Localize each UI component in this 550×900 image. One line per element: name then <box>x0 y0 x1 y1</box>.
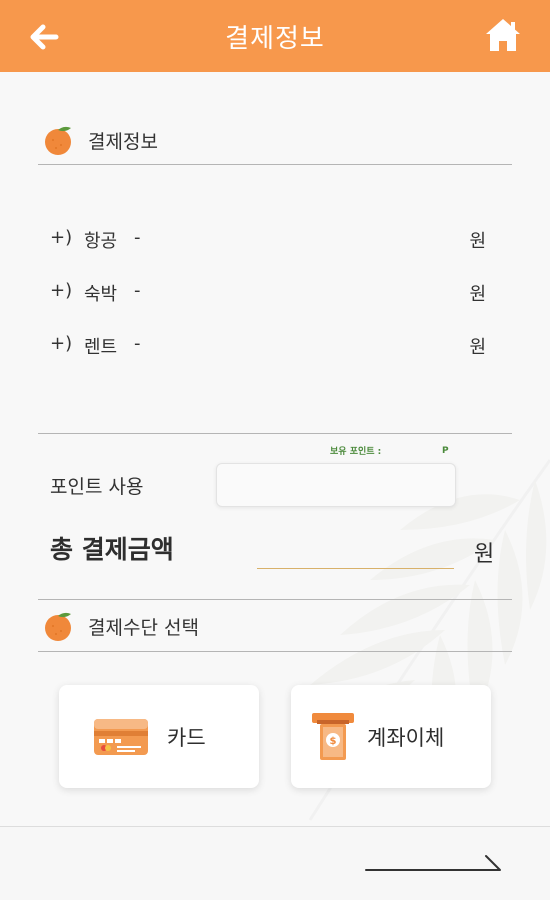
arrow-right-icon[interactable] <box>364 852 504 876</box>
owned-points-unit: P <box>442 446 449 456</box>
page-title: 결제정보 <box>225 24 325 54</box>
payment-method-heading: 결제수단 선택 <box>88 616 199 639</box>
divider <box>38 164 512 165</box>
line-item-unit: 원 <box>469 337 486 358</box>
line-item-name: 렌트 <box>84 337 118 358</box>
divider <box>38 433 512 434</box>
line-item-unit: 원 <box>469 284 486 305</box>
line-item-dash: - <box>134 333 141 354</box>
line-item-name: 숙박 <box>84 284 118 305</box>
points-use-label: 포인트 사용 <box>50 476 144 498</box>
divider <box>38 599 512 600</box>
payment-method-header: 결제수단 선택 <box>42 610 199 642</box>
line-item-dash: - <box>134 280 141 301</box>
line-item-name: 항공 <box>84 231 118 252</box>
svg-text:$: $ <box>330 736 337 747</box>
tangerine-icon <box>45 612 71 641</box>
payment-info-header: 결제정보 <box>42 124 158 156</box>
total-amount-label: 총 결제금액 <box>50 535 174 564</box>
atm-cash-icon: $ <box>312 712 354 760</box>
app-header: 결제정보 <box>0 0 550 72</box>
tangerine-icon <box>45 126 71 155</box>
line-item-dash: - <box>134 227 141 248</box>
card-payment-button[interactable]: 카드 <box>59 685 259 788</box>
bank-transfer-button[interactable]: $ 계좌이체 <box>291 685 491 788</box>
payment-info-heading: 결제정보 <box>88 130 158 153</box>
points-input[interactable] <box>216 463 456 507</box>
line-item-prefix: +) <box>50 227 73 248</box>
owned-points-caption: 보유 포인트 : <box>330 447 382 457</box>
divider <box>38 651 512 652</box>
total-amount-underline <box>257 568 454 569</box>
card-payment-label: 카드 <box>167 725 206 750</box>
line-item-prefix: +) <box>50 333 73 354</box>
home-icon[interactable] <box>484 16 522 54</box>
line-item-unit: 원 <box>469 231 486 252</box>
bank-transfer-label: 계좌이체 <box>367 725 445 750</box>
line-item-prefix: +) <box>50 280 73 301</box>
total-amount-unit: 원 <box>474 542 495 567</box>
credit-card-icon <box>94 718 148 755</box>
